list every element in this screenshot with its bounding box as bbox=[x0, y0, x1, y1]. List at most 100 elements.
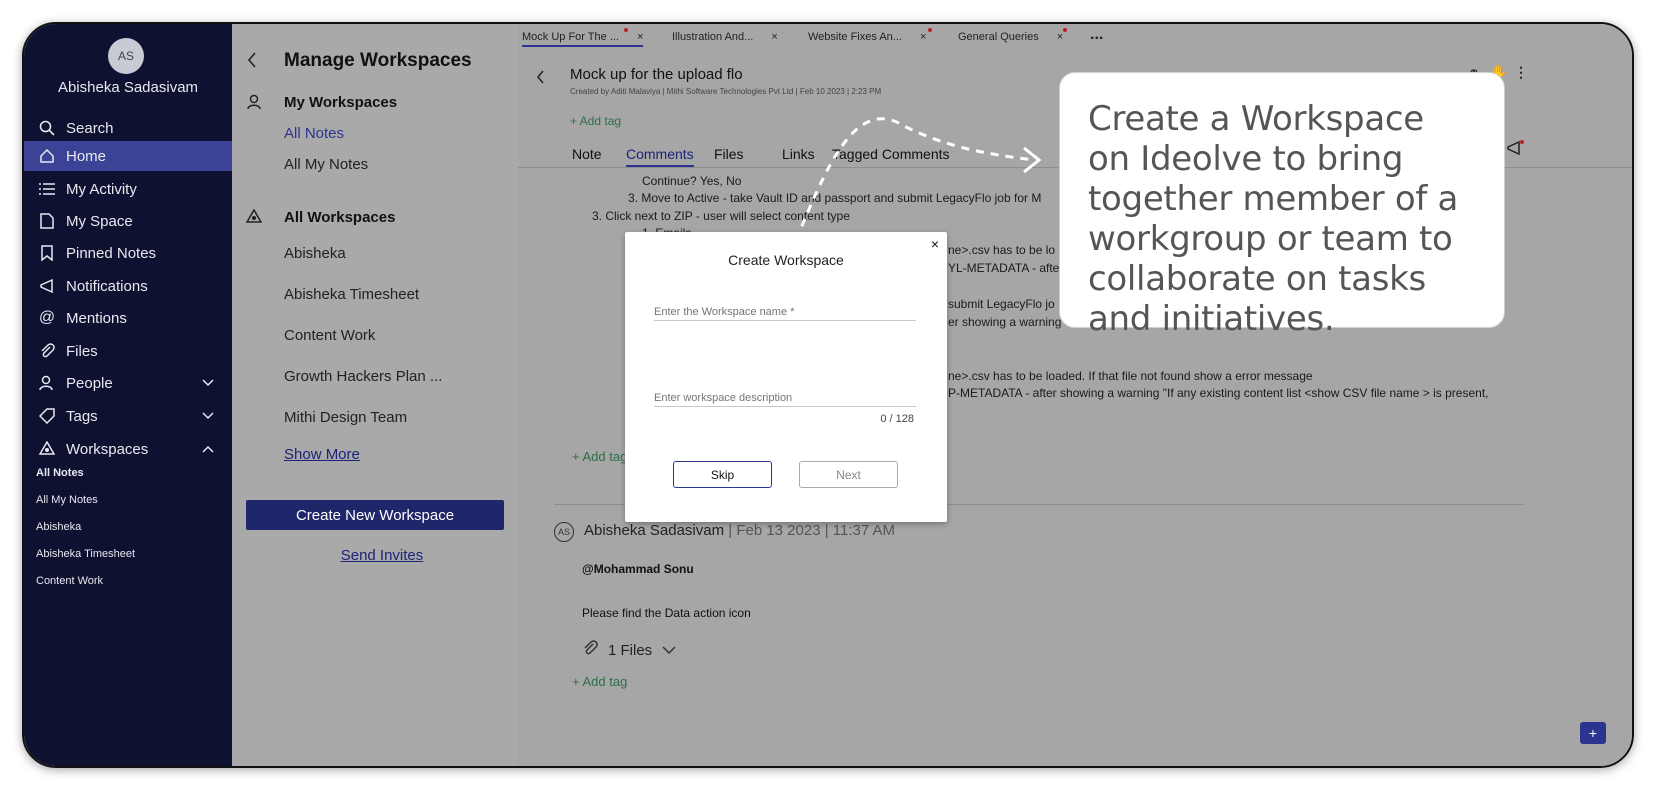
nav-notifications[interactable]: Notifications bbox=[24, 271, 232, 301]
nav-my-space[interactable]: My Space bbox=[24, 206, 232, 236]
workspace-subitem[interactable]: Abisheka bbox=[36, 521, 81, 533]
tab-illustration[interactable]: Illustration And... × bbox=[672, 31, 778, 43]
nav-label: People bbox=[66, 374, 113, 392]
workspace-item[interactable]: Mithi Design Team bbox=[284, 409, 407, 426]
tab-general-queries[interactable]: General Queries × bbox=[958, 31, 1063, 43]
subtab-files[interactable]: Files bbox=[714, 146, 744, 162]
paperclip-icon bbox=[38, 342, 56, 360]
add-tag-link[interactable]: + Add tag bbox=[572, 674, 627, 689]
more-tabs-button[interactable]: ... bbox=[1090, 26, 1103, 44]
close-icon[interactable]: × bbox=[1057, 31, 1063, 43]
document-tabs: Mock Up For The ... × Illustration And...… bbox=[518, 24, 1632, 52]
add-tag-link[interactable]: + Add tag bbox=[572, 449, 627, 464]
send-invites-link[interactable]: Send Invites bbox=[232, 547, 532, 564]
next-button[interactable]: Next bbox=[799, 461, 898, 488]
nav-workspaces[interactable]: Workspaces bbox=[24, 434, 232, 464]
home-icon bbox=[38, 147, 56, 165]
close-icon[interactable]: × bbox=[931, 236, 939, 252]
workspace-subitem[interactable]: All Notes bbox=[36, 467, 84, 479]
skip-button[interactable]: Skip bbox=[673, 461, 772, 488]
manage-workspaces-panel: Manage Workspaces My Workspaces All Note… bbox=[232, 24, 518, 766]
chevron-down-icon[interactable] bbox=[202, 374, 214, 391]
comment-avatar: AS bbox=[554, 522, 574, 542]
tab-website-fixes[interactable]: Website Fixes An... × bbox=[808, 31, 926, 43]
comment-author: Abisheka Sadasivam | Feb 13 2023 | 11:37… bbox=[584, 522, 895, 539]
workspace-subitem[interactable]: Abisheka Timesheet bbox=[36, 548, 135, 560]
close-icon[interactable]: × bbox=[771, 31, 777, 43]
panel-link-all-notes[interactable]: All Notes bbox=[284, 125, 344, 142]
unread-dot bbox=[1520, 140, 1524, 144]
unread-dot bbox=[1063, 28, 1067, 32]
close-icon[interactable]: × bbox=[920, 31, 926, 43]
chevron-up-icon[interactable] bbox=[202, 440, 214, 457]
workspace-subitem[interactable]: All My Notes bbox=[36, 494, 98, 506]
panel-title: Manage Workspaces bbox=[284, 50, 472, 71]
all-workspaces-heading: All Workspaces bbox=[284, 209, 396, 226]
workspace-item[interactable]: Content Work bbox=[284, 327, 375, 344]
nav-label: Search bbox=[66, 119, 114, 137]
nav-people[interactable]: People bbox=[24, 368, 232, 398]
nav-search[interactable]: Search bbox=[24, 113, 232, 143]
tab-label: Illustration And... bbox=[672, 31, 754, 43]
nav-home[interactable]: Home bbox=[24, 141, 232, 171]
comment-mention[interactable]: @Mohammad Sonu bbox=[582, 562, 694, 576]
create-new-workspace-button[interactable]: Create New Workspace bbox=[246, 500, 504, 530]
workspace-subitem[interactable]: Content Work bbox=[36, 575, 103, 587]
unread-dot bbox=[624, 28, 628, 32]
close-icon[interactable]: × bbox=[637, 31, 643, 43]
more-vertical-icon[interactable]: ⋮ bbox=[1514, 64, 1528, 81]
document-title: Mock up for the upload flo bbox=[570, 66, 743, 83]
subtab-comments[interactable]: Comments bbox=[626, 146, 694, 167]
create-workspace-modal: × Create Workspace 0 / 128 Skip Next bbox=[625, 232, 947, 522]
nav-mentions[interactable]: @ Mentions bbox=[24, 303, 232, 333]
nav-label: My Space bbox=[66, 212, 133, 230]
modal-title: Create Workspace bbox=[728, 252, 844, 268]
content-line: P-METADATA - after showing a warning "If… bbox=[948, 386, 1489, 400]
document-icon bbox=[38, 212, 56, 230]
workspace-item[interactable]: Abisheka bbox=[284, 245, 346, 262]
workspaces-icon bbox=[245, 208, 263, 230]
workspace-name-input[interactable] bbox=[654, 304, 916, 321]
person-icon bbox=[246, 94, 262, 115]
add-tag-link[interactable]: + Add tag bbox=[570, 114, 621, 128]
comment-files[interactable]: 1 Files bbox=[582, 640, 676, 660]
tab-mock-up[interactable]: Mock Up For The ... × bbox=[522, 31, 644, 47]
content-line: submit LegacyFlo jo bbox=[948, 297, 1055, 311]
nav-label: Home bbox=[66, 147, 107, 165]
at-icon: @ bbox=[38, 309, 56, 326]
subtab-note[interactable]: Note bbox=[572, 146, 602, 162]
nav-label: Notifications bbox=[66, 277, 148, 295]
chevron-down-icon[interactable] bbox=[662, 642, 676, 659]
nav-files[interactable]: Files bbox=[24, 336, 232, 366]
nav-my-activity[interactable]: My Activity bbox=[24, 174, 232, 204]
files-count: 1 Files bbox=[608, 641, 653, 659]
avatar[interactable]: AS bbox=[108, 38, 144, 74]
people-icon bbox=[38, 374, 56, 392]
back-arrow-icon[interactable] bbox=[247, 52, 257, 73]
nav-label: Files bbox=[66, 342, 98, 360]
subtab-links[interactable]: Links bbox=[782, 146, 815, 162]
nav-label: Mentions bbox=[66, 309, 127, 327]
comment-author-name: Abisheka Sadasivam bbox=[584, 522, 725, 539]
nav-label: Tags bbox=[66, 407, 98, 425]
panel-link-all-my-notes[interactable]: All My Notes bbox=[284, 156, 368, 173]
subtab-tagged-comments[interactable]: Tagged Comments bbox=[832, 146, 950, 162]
left-nav: AS Abisheka Sadasivam Search Home My Act… bbox=[24, 24, 232, 766]
callout-text: Create a Workspace on Ideolve to bring t… bbox=[1088, 99, 1459, 339]
workspace-item[interactable]: Growth Hackers Plan ... bbox=[284, 368, 442, 385]
megaphone-icon bbox=[38, 277, 56, 295]
paperclip-icon bbox=[582, 640, 598, 660]
show-more-link[interactable]: Show More bbox=[284, 446, 360, 463]
nav-pinned-notes[interactable]: Pinned Notes bbox=[24, 238, 232, 268]
workspace-description-input[interactable] bbox=[654, 390, 916, 407]
list-icon bbox=[38, 180, 56, 198]
document-meta: Created by Aditi Malaviya | Mithi Softwa… bbox=[570, 87, 882, 96]
nav-tags[interactable]: Tags bbox=[24, 401, 232, 431]
workspace-item[interactable]: Abisheka Timesheet bbox=[284, 286, 419, 303]
back-arrow-icon[interactable] bbox=[536, 70, 545, 89]
chevron-down-icon[interactable] bbox=[202, 407, 214, 424]
nav-label: Workspaces bbox=[66, 440, 149, 458]
add-comment-icon[interactable]: + bbox=[1580, 722, 1606, 744]
char-counter: 0 / 128 bbox=[880, 413, 914, 425]
workspaces-icon bbox=[38, 440, 56, 458]
